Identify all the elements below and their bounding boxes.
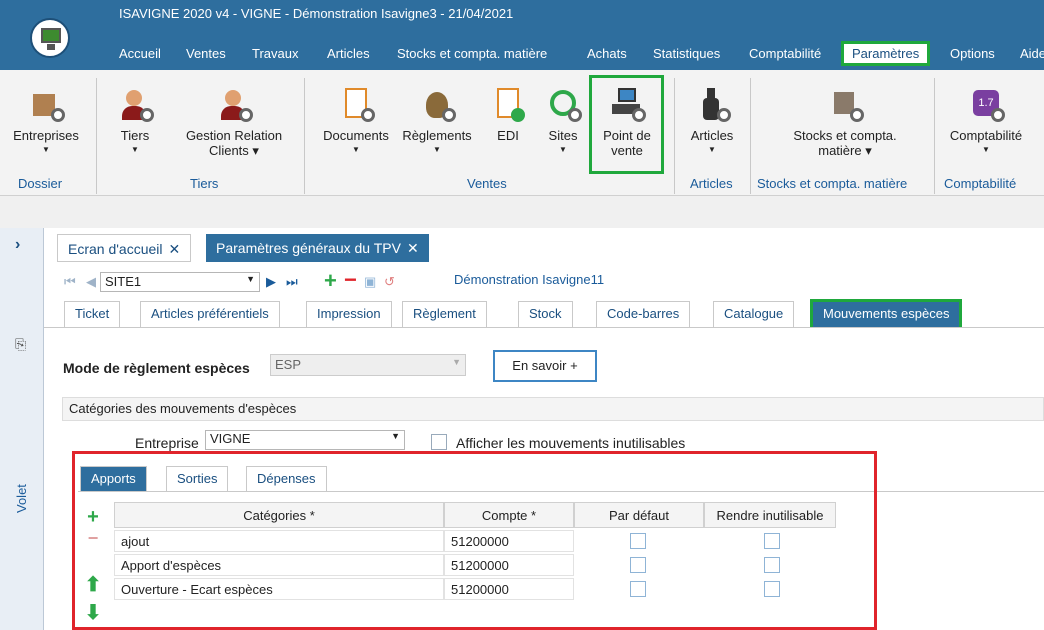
comptabilite-label: Comptabilité bbox=[949, 128, 1023, 143]
entreprise-select[interactable]: VIGNE ▼ bbox=[205, 430, 405, 450]
next-record-icon[interactable]: ▶ bbox=[266, 274, 276, 290]
last-record-icon[interactable]: ⏭ bbox=[286, 274, 298, 290]
tab-parametres-tpv[interactable]: Paramètres généraux du TPV ✕ bbox=[206, 234, 429, 262]
afficher-inutilisables-label: Afficher les mouvements inutilisables bbox=[456, 435, 686, 451]
person-icon bbox=[118, 88, 154, 122]
tab-stock[interactable]: Stock bbox=[518, 301, 573, 327]
close-icon[interactable]: ✕ bbox=[169, 241, 181, 257]
document-icon bbox=[339, 88, 375, 122]
sites-button[interactable]: Sites ▼ bbox=[540, 88, 586, 154]
menu-accueil[interactable]: Accueil bbox=[119, 46, 161, 61]
expand-arrow-icon[interactable]: › bbox=[15, 236, 20, 254]
tiers-label: Tiers bbox=[120, 128, 150, 143]
volet-label[interactable]: Volet bbox=[14, 484, 29, 513]
documents-label: Documents bbox=[323, 128, 389, 143]
sites-sync-icon bbox=[546, 88, 582, 122]
accounting-icon: 1.7 bbox=[969, 88, 1005, 122]
site-select[interactable]: SITE1 ▼ bbox=[100, 272, 260, 292]
comptabilite-button[interactable]: 1.7 Comptabilité ▼ bbox=[938, 88, 1034, 154]
ribbon-spacer bbox=[0, 196, 1044, 228]
mode-value: ESP bbox=[275, 357, 302, 372]
sites-label: Sites bbox=[548, 128, 578, 143]
edi-document-icon bbox=[491, 88, 525, 122]
menu-parametres[interactable]: Paramètres bbox=[841, 41, 931, 66]
add-icon[interactable]: + bbox=[324, 268, 337, 294]
entreprise-value: VIGNE bbox=[210, 431, 251, 446]
entreprises-label: Entreprises bbox=[13, 128, 79, 143]
entreprise-label: Entreprise bbox=[135, 435, 199, 451]
menu-options[interactable]: Options bbox=[950, 46, 995, 61]
site-value: SITE1 bbox=[105, 274, 142, 289]
gestion-relation-label: Gestion Relation bbox=[185, 128, 283, 143]
entreprises-button[interactable]: Entreprises ▼ bbox=[6, 88, 86, 154]
gestion-relation-clients-button[interactable]: Gestion Relation Clients ▾ bbox=[176, 88, 292, 159]
mode-reglement-select[interactable]: ESP ▼ bbox=[270, 354, 466, 376]
highlight-frame bbox=[72, 451, 877, 630]
group-stocks: Stocks et compta. matière bbox=[757, 176, 908, 191]
afficher-inutilisables-checkbox[interactable] bbox=[431, 434, 447, 450]
delete-icon[interactable]: − bbox=[344, 267, 357, 293]
reglements-button[interactable]: Règlements ▼ bbox=[398, 88, 476, 154]
bottle-icon bbox=[695, 88, 731, 122]
edi-label: EDI bbox=[497, 128, 519, 143]
first-record-icon[interactable]: ⏮ bbox=[64, 274, 76, 290]
company-name: Démonstration Isavigne11 bbox=[454, 272, 605, 287]
stocks-compta-button[interactable]: Stocks et compta. matière ▾ bbox=[770, 88, 920, 159]
tab-catalogue[interactable]: Catalogue bbox=[713, 301, 795, 327]
tab-code-barres[interactable]: Code-barres bbox=[596, 301, 691, 327]
building-icon bbox=[29, 88, 65, 122]
group-comptabilite: Comptabilité bbox=[944, 176, 1017, 191]
stocks-compta-label: Stocks et compta. bbox=[793, 128, 897, 143]
reglements-label: Règlements bbox=[402, 128, 472, 143]
window-title: ISAVIGNE 2020 v4 - VIGNE - Démonstration… bbox=[119, 6, 514, 21]
panel-pin-icon[interactable]: ⎘ bbox=[15, 336, 26, 353]
categories-section-title: Catégories des mouvements d'espèces bbox=[62, 397, 1044, 421]
tab-ticket[interactable]: Ticket bbox=[64, 301, 121, 327]
close-icon[interactable]: ✕ bbox=[407, 240, 419, 256]
left-panel: › ⎘ Volet bbox=[0, 228, 44, 630]
menu-stocks[interactable]: Stocks et compta. matière bbox=[397, 46, 547, 61]
menu-comptabilite[interactable]: Comptabilité bbox=[749, 46, 821, 61]
group-dossier: Dossier bbox=[18, 176, 63, 191]
group-tiers: Tiers bbox=[190, 176, 219, 191]
matiere-label: matière bbox=[818, 143, 862, 158]
money-bag-icon bbox=[420, 88, 456, 122]
tiers-button[interactable]: Tiers ▼ bbox=[110, 88, 160, 154]
stock-icon bbox=[828, 88, 864, 122]
menu-statistiques[interactable]: Statistiques bbox=[653, 46, 720, 61]
tab-ecran-accueil[interactable]: Ecran d'accueil ✕ bbox=[57, 234, 192, 262]
tab-articles-preferentiels[interactable]: Articles préférentiels bbox=[140, 301, 280, 327]
menu-articles[interactable]: Articles bbox=[327, 46, 370, 61]
articles-label: Articles bbox=[690, 128, 734, 143]
tab-reglement[interactable]: Règlement bbox=[402, 301, 487, 327]
articles-button[interactable]: Articles ▼ bbox=[684, 88, 740, 154]
menu-travaux[interactable]: Travaux bbox=[252, 46, 298, 61]
documents-button[interactable]: Documents ▼ bbox=[316, 88, 396, 154]
app-logo-icon[interactable] bbox=[30, 18, 70, 58]
en-savoir-plus-button[interactable]: En savoir + bbox=[493, 350, 597, 382]
point-de-vente-highlight bbox=[589, 75, 664, 174]
tab-parametres-tpv-label: Paramètres généraux du TPV bbox=[216, 240, 401, 256]
menu-ventes[interactable]: Ventes bbox=[186, 46, 226, 61]
menu-aide[interactable]: Aide bbox=[1020, 46, 1044, 61]
edi-button[interactable]: EDI bbox=[488, 88, 528, 143]
save-icon[interactable]: ▣ bbox=[364, 274, 376, 290]
tab-ecran-accueil-label: Ecran d'accueil bbox=[68, 241, 163, 257]
group-ventes: Ventes bbox=[467, 176, 507, 191]
menu-achats[interactable]: Achats bbox=[587, 46, 627, 61]
group-articles: Articles bbox=[690, 176, 733, 191]
mode-reglement-label: Mode de règlement espèces bbox=[63, 360, 250, 376]
tab-impression[interactable]: Impression bbox=[306, 301, 392, 327]
ribbon: Entreprises ▼ Tiers ▼ Gestion Relation Clie… bbox=[0, 70, 1044, 196]
undo-icon[interactable]: ↺ bbox=[384, 274, 395, 290]
previous-record-icon[interactable]: ◀ bbox=[86, 274, 96, 290]
person-icon bbox=[217, 88, 253, 122]
clients-label: Clients bbox=[209, 143, 249, 158]
